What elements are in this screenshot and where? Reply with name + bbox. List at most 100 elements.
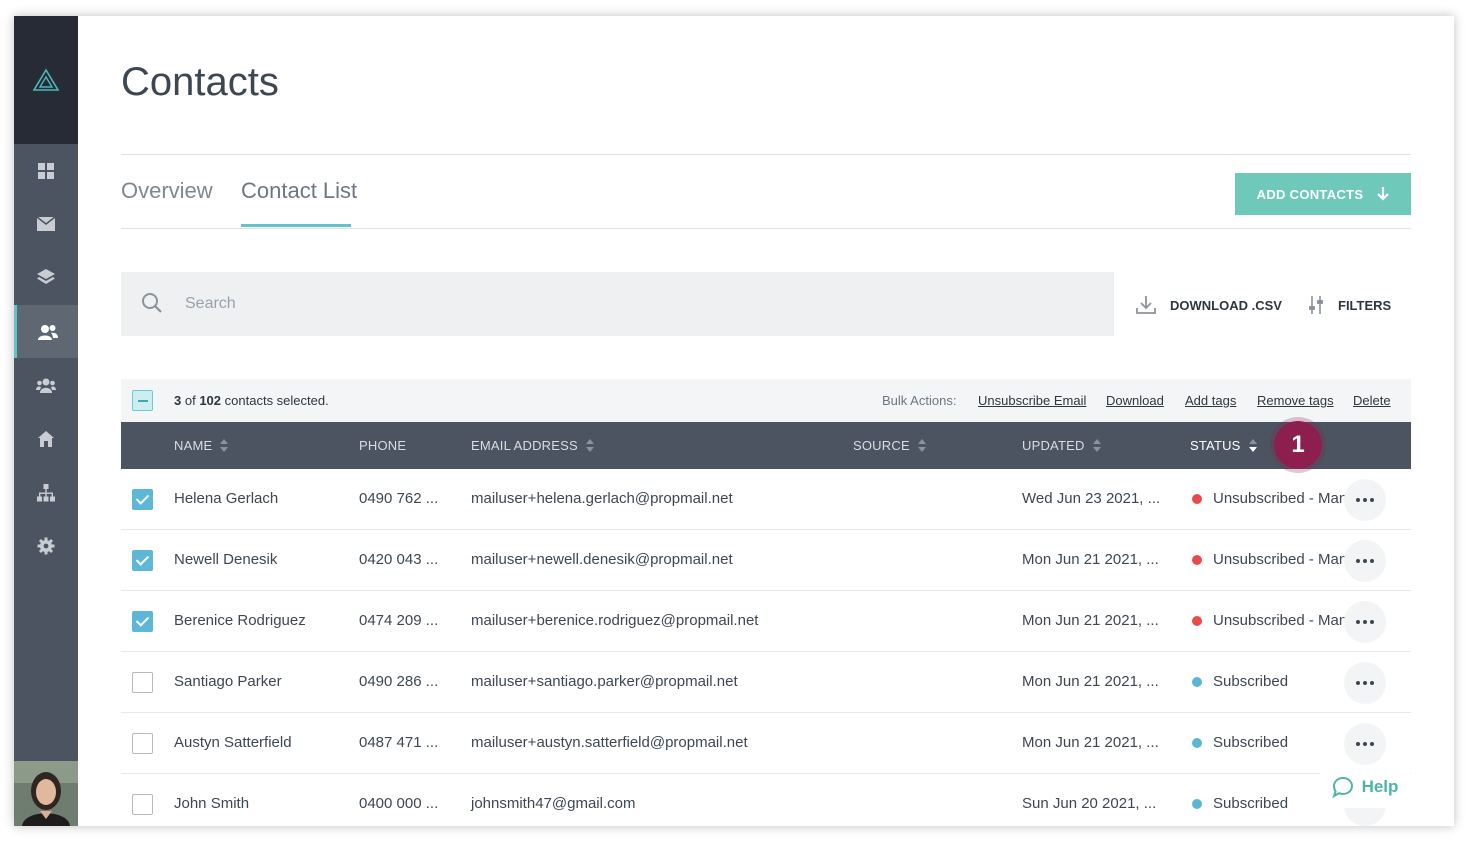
select-all-checkbox[interactable] — [132, 390, 153, 411]
row-checkbox[interactable] — [132, 733, 153, 754]
logo-icon — [32, 68, 60, 91]
contact-email: mailuser+austyn.satterfield@propmail.net — [471, 734, 748, 751]
more-dot — [1363, 498, 1367, 502]
sort-icon — [1092, 438, 1102, 453]
contact-email: mailuser+santiago.parker@propmail.net — [471, 673, 738, 690]
search-icon — [142, 293, 162, 313]
contact-name[interactable]: Santiago Parker — [174, 673, 282, 690]
contact-phone: 0490 286 ... — [359, 673, 439, 690]
help-button[interactable]: Help — [1320, 766, 1410, 808]
bulk-add-tags-link[interactable]: Add tags — [1185, 393, 1236, 408]
column-header-phone-label: PHONE — [359, 438, 407, 453]
bulk-download-link[interactable]: Download — [1106, 393, 1164, 408]
contact-status: Unsubscribed - Manual — [1192, 551, 1345, 568]
column-header-status[interactable]: STATUS — [1190, 438, 1258, 453]
contact-status: Subscribed — [1192, 734, 1345, 751]
sidebar-item-mail[interactable] — [14, 197, 78, 250]
tab-contact-list[interactable]: Contact List — [241, 178, 357, 204]
column-header-name[interactable]: NAME — [174, 438, 229, 453]
status-dot — [1192, 554, 1202, 565]
table-row[interactable]: Newell Denesik 0420 043 ... mailuser+newel… — [121, 530, 1411, 591]
sidebar-item-hierarchy[interactable] — [14, 466, 78, 519]
filters-button[interactable]: FILTERS — [1308, 296, 1391, 314]
bulk-remove-tags-link[interactable]: Remove tags — [1257, 393, 1334, 408]
bulk-delete-link[interactable]: Delete — [1353, 393, 1391, 408]
tabs-divider — [121, 228, 1411, 229]
contact-updated: Wed Jun 23 2021, ... — [1022, 490, 1161, 507]
table-row[interactable]: John Smith 0400 000 ... johnsmith47@gmail.… — [121, 774, 1411, 826]
user-photo — [14, 761, 78, 826]
annotation-badge: 1 — [1274, 421, 1322, 469]
table-row[interactable]: Berenice Rodriguez 0474 209 ... mailuser+b… — [121, 591, 1411, 652]
sidebar-item-contacts[interactable] — [14, 305, 78, 358]
tab-overview[interactable]: Overview — [121, 178, 213, 204]
logo-area — [14, 16, 78, 144]
contact-name[interactable]: Berenice Rodriguez — [174, 612, 306, 629]
table-row[interactable]: Austyn Satterfield 0487 471 ... mailuser+a… — [121, 713, 1411, 774]
search-input[interactable] — [183, 272, 1083, 336]
status-label: Unsubscribed - Manual — [1213, 551, 1345, 568]
more-dot — [1356, 742, 1360, 746]
row-checkbox[interactable] — [132, 489, 153, 510]
page-title: Contacts — [121, 60, 279, 104]
bulk-unsubscribe-email-link[interactable]: Unsubscribe Email — [978, 393, 1086, 408]
row-more-actions-button[interactable] — [1344, 540, 1386, 582]
table-row[interactable]: Santiago Parker 0490 286 ... mailuser+sant… — [121, 652, 1411, 713]
status-dot — [1192, 615, 1202, 626]
contact-updated: Mon Jun 21 2021, ... — [1022, 734, 1159, 751]
header-divider — [121, 154, 1411, 155]
contact-updated: Mon Jun 21 2021, ... — [1022, 673, 1159, 690]
status-dot — [1192, 737, 1202, 748]
row-checkbox[interactable] — [132, 550, 153, 571]
download-icon — [1136, 296, 1156, 314]
column-header-updated[interactable]: UPDATED — [1022, 438, 1102, 453]
contact-name[interactable]: Helena Gerlach — [174, 490, 278, 507]
status-dot — [1192, 676, 1202, 687]
add-contacts-button[interactable]: ADD CONTACTS — [1235, 173, 1411, 215]
more-dot — [1370, 559, 1374, 563]
contact-name[interactable]: John Smith — [174, 795, 249, 812]
row-more-actions-button[interactable] — [1344, 723, 1386, 765]
mail-icon — [37, 216, 55, 231]
contact-updated: Mon Jun 21 2021, ... — [1022, 551, 1159, 568]
more-dot — [1370, 620, 1374, 624]
contact-status: Subscribed — [1192, 673, 1345, 690]
home-icon — [38, 430, 54, 447]
bulk-actions-bar: 3 of 102 contacts selected. Bulk Actions… — [121, 379, 1411, 422]
more-dot — [1356, 620, 1360, 624]
row-checkbox[interactable] — [132, 611, 153, 632]
contact-email: mailuser+newell.denesik@propmail.net — [471, 551, 733, 568]
avatar[interactable] — [14, 761, 78, 826]
row-more-actions-button[interactable] — [1344, 601, 1386, 643]
row-checkbox[interactable] — [132, 672, 153, 693]
contact-status: Unsubscribed - Manual — [1192, 612, 1345, 629]
selected-count: 3 — [174, 393, 182, 408]
row-checkbox[interactable] — [132, 794, 153, 815]
contact-updated: Sun Jun 20 2021, ... — [1022, 795, 1157, 812]
status-dot — [1192, 798, 1202, 809]
search-bar — [121, 272, 1114, 336]
audience-group-icon — [36, 378, 56, 393]
column-header-email[interactable]: EMAIL ADDRESS — [471, 438, 595, 453]
sidebar-item-dashboard[interactable] — [14, 144, 78, 197]
sort-icon — [585, 438, 595, 453]
sidebar-item-home[interactable] — [14, 412, 78, 465]
column-header-source[interactable]: SOURCE — [853, 438, 927, 453]
sidebar-item-audience[interactable] — [14, 358, 78, 411]
sort-descending-icon — [1248, 438, 1258, 453]
download-csv-button[interactable]: DOWNLOAD .CSV — [1136, 296, 1282, 314]
contact-name[interactable]: Austyn Satterfield — [174, 734, 292, 751]
sidebar-item-settings[interactable] — [14, 519, 78, 572]
contact-email: mailuser+helena.gerlach@propmail.net — [471, 490, 733, 507]
filter-sliders-icon — [1309, 296, 1323, 314]
row-more-actions-button[interactable] — [1344, 662, 1386, 704]
row-more-actions-button[interactable] — [1344, 479, 1386, 521]
more-dot — [1370, 681, 1374, 685]
column-header-name-label: NAME — [174, 438, 213, 453]
table-row[interactable]: Helena Gerlach 0490 762 ... mailuser+helen… — [121, 469, 1411, 530]
main-content: Contacts Overview Contact List ADD CONTA… — [78, 16, 1454, 826]
contact-name[interactable]: Newell Denesik — [174, 551, 277, 568]
sidebar-item-layers[interactable] — [14, 250, 78, 303]
total-count: 102 — [199, 393, 222, 408]
column-header-updated-label: UPDATED — [1022, 438, 1085, 453]
